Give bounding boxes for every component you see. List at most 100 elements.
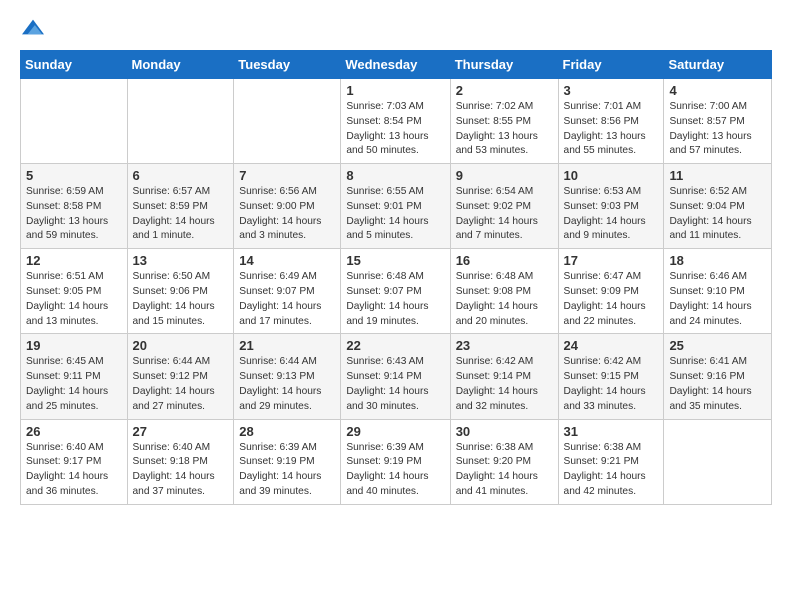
day-number: 25 [669,338,766,353]
day-info: Sunrise: 6:52 AMSunset: 9:04 PMDaylight:… [669,185,766,244]
calendar-cell: 28Sunrise: 6:39 AMSunset: 9:19 PMDayligh… [234,419,341,504]
calendar-cell: 29Sunrise: 6:39 AMSunset: 9:19 PMDayligh… [341,419,450,504]
day-info: Sunrise: 6:54 AMSunset: 9:02 PMDaylight:… [456,185,553,244]
day-info: Sunrise: 6:44 AMSunset: 9:13 PMDaylight:… [239,355,335,414]
day-number: 26 [26,424,122,439]
calendar-cell: 11Sunrise: 6:52 AMSunset: 9:04 PMDayligh… [664,164,772,249]
day-info: Sunrise: 6:42 AMSunset: 9:14 PMDaylight:… [456,355,553,414]
calendar-cell: 9Sunrise: 6:54 AMSunset: 9:02 PMDaylight… [450,164,558,249]
day-number: 20 [133,338,229,353]
calendar-cell: 25 Sunrise: 6:41 AMSunset: 9:16 PMDayligh… [664,334,772,419]
day-number: 23 [456,338,553,353]
day-number: 31 [564,424,659,439]
day-info: Sunrise: 6:48 AMSunset: 9:08 PMDaylight:… [456,270,553,329]
calendar-cell: 15Sunrise: 6:48 AMSunset: 9:07 PMDayligh… [341,249,450,334]
calendar-cell: 27 Sunrise: 6:40 AMSunset: 9:18 PMDayligh… [127,419,234,504]
calendar-cell [234,79,341,164]
calendar-cell: 13Sunrise: 6:50 AMSunset: 9:06 PMDayligh… [127,249,234,334]
day-number: 1 [346,83,444,98]
day-number: 29 [346,424,444,439]
day-info: Sunrise: 6:38 AMSunset: 9:20 PMDaylight:… [456,441,553,500]
weekday-header-saturday: Saturday [664,51,772,79]
weekday-header-sunday: Sunday [21,51,128,79]
day-info: Sunrise: 6:53 AMSunset: 9:03 PMDaylight:… [564,185,659,244]
day-number: 24 [564,338,659,353]
day-info: Sunrise: 6:40 AMSunset: 9:18 PMDaylight:… [133,441,229,500]
day-info: Sunrise: 7:01 AMSunset: 8:56 PMDaylight:… [564,100,659,159]
calendar-week-row: 5 Sunrise: 6:59 AMSunset: 8:58 PMDaylight… [21,164,772,249]
day-number: 27 [133,424,229,439]
day-info: Sunrise: 6:40 AMSunset: 9:17 PMDaylight:… [26,441,122,500]
calendar-cell: 3 Sunrise: 7:01 AMSunset: 8:56 PMDaylight… [558,79,664,164]
day-info: Sunrise: 6:42 AMSunset: 9:15 PMDaylight:… [564,355,659,414]
day-number: 19 [26,338,122,353]
calendar-cell [21,79,128,164]
day-number: 18 [669,253,766,268]
calendar-week-row: 19Sunrise: 6:45 AMSunset: 9:11 PMDayligh… [21,334,772,419]
day-info: Sunrise: 6:47 AMSunset: 9:09 PMDaylight:… [564,270,659,329]
calendar-cell: 8 Sunrise: 6:55 AMSunset: 9:01 PMDaylight… [341,164,450,249]
day-info: Sunrise: 6:56 AMSunset: 9:00 PMDaylight:… [239,185,335,244]
day-number: 14 [239,253,335,268]
day-number: 8 [346,168,444,183]
day-info: Sunrise: 6:57 AMSunset: 8:59 PMDaylight:… [133,185,229,244]
calendar-header-row: SundayMondayTuesdayWednesdayThursdayFrid… [21,51,772,79]
calendar-cell: 7 Sunrise: 6:56 AMSunset: 9:00 PMDaylight… [234,164,341,249]
calendar-cell: 2 Sunrise: 7:02 AMSunset: 8:55 PMDaylight… [450,79,558,164]
page: SundayMondayTuesdayWednesdayThursdayFrid… [0,0,792,521]
calendar-week-row: 12 Sunrise: 6:51 AMSunset: 9:05 PMDayligh… [21,249,772,334]
day-info: Sunrise: 6:48 AMSunset: 9:07 PMDaylight:… [346,270,444,329]
day-info: Sunrise: 7:00 AMSunset: 8:57 PMDaylight:… [669,100,766,159]
day-info: Sunrise: 6:49 AMSunset: 9:07 PMDaylight:… [239,270,335,329]
calendar-cell: 30Sunrise: 6:38 AMSunset: 9:20 PMDayligh… [450,419,558,504]
calendar-cell: 6 Sunrise: 6:57 AMSunset: 8:59 PMDaylight… [127,164,234,249]
calendar-cell: 24 Sunrise: 6:42 AMSunset: 9:15 PMDayligh… [558,334,664,419]
day-number: 17 [564,253,659,268]
calendar-cell: 17 Sunrise: 6:47 AMSunset: 9:09 PMDayligh… [558,249,664,334]
day-info: Sunrise: 7:02 AMSunset: 8:55 PMDaylight:… [456,100,553,159]
day-info: Sunrise: 6:46 AMSunset: 9:10 PMDaylight:… [669,270,766,329]
calendar-cell: 5 Sunrise: 6:59 AMSunset: 8:58 PMDaylight… [21,164,128,249]
day-info: Sunrise: 6:44 AMSunset: 9:12 PMDaylight:… [133,355,229,414]
calendar-cell: 20 Sunrise: 6:44 AMSunset: 9:12 PMDayligh… [127,334,234,419]
calendar-cell: 18 Sunrise: 6:46 AMSunset: 9:10 PMDayligh… [664,249,772,334]
day-number: 4 [669,83,766,98]
calendar-cell: 21Sunrise: 6:44 AMSunset: 9:13 PMDayligh… [234,334,341,419]
calendar-table: SundayMondayTuesdayWednesdayThursdayFrid… [20,50,772,505]
calendar-cell: 1Sunrise: 7:03 AMSunset: 8:54 PMDaylight… [341,79,450,164]
day-number: 10 [564,168,659,183]
weekday-header-thursday: Thursday [450,51,558,79]
day-info: Sunrise: 6:55 AMSunset: 9:01 PMDaylight:… [346,185,444,244]
day-number: 7 [239,168,335,183]
calendar-cell [664,419,772,504]
day-number: 2 [456,83,553,98]
weekday-header-friday: Friday [558,51,664,79]
weekday-header-tuesday: Tuesday [234,51,341,79]
day-number: 3 [564,83,659,98]
day-info: Sunrise: 6:38 AMSunset: 9:21 PMDaylight:… [564,441,659,500]
logo-icon [22,16,44,38]
calendar-cell: 23 Sunrise: 6:42 AMSunset: 9:14 PMDayligh… [450,334,558,419]
day-info: Sunrise: 6:39 AMSunset: 9:19 PMDaylight:… [239,441,335,500]
day-info: Sunrise: 6:50 AMSunset: 9:06 PMDaylight:… [133,270,229,329]
day-info: Sunrise: 6:59 AMSunset: 8:58 PMDaylight:… [26,185,122,244]
day-number: 12 [26,253,122,268]
header [20,16,772,38]
calendar-cell: 4 Sunrise: 7:00 AMSunset: 8:57 PMDaylight… [664,79,772,164]
day-info: Sunrise: 6:43 AMSunset: 9:14 PMDaylight:… [346,355,444,414]
calendar-cell: 22 Sunrise: 6:43 AMSunset: 9:14 PMDayligh… [341,334,450,419]
calendar-cell: 10 Sunrise: 6:53 AMSunset: 9:03 PMDayligh… [558,164,664,249]
calendar-cell [127,79,234,164]
day-number: 22 [346,338,444,353]
logo [20,16,44,38]
day-info: Sunrise: 6:51 AMSunset: 9:05 PMDaylight:… [26,270,122,329]
weekday-header-monday: Monday [127,51,234,79]
day-number: 16 [456,253,553,268]
day-number: 5 [26,168,122,183]
calendar-cell: 19Sunrise: 6:45 AMSunset: 9:11 PMDayligh… [21,334,128,419]
day-info: Sunrise: 6:41 AMSunset: 9:16 PMDaylight:… [669,355,766,414]
calendar-cell: 12 Sunrise: 6:51 AMSunset: 9:05 PMDayligh… [21,249,128,334]
calendar-cell: 16 Sunrise: 6:48 AMSunset: 9:08 PMDayligh… [450,249,558,334]
day-number: 6 [133,168,229,183]
weekday-header-wednesday: Wednesday [341,51,450,79]
